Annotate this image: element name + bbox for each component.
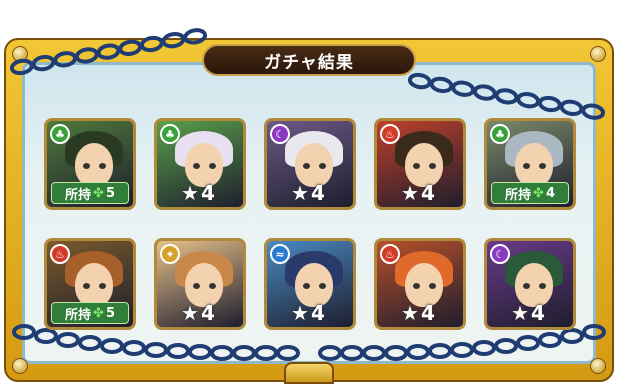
star-icon: ★ <box>401 181 419 205</box>
result-card[interactable]: ♨ 所持 ✤ 5 <box>44 238 136 330</box>
rarity-stars: ★ 4 <box>291 181 325 205</box>
rarity-stars: ★ 4 <box>401 301 435 325</box>
rarity-stars: ★ 4 <box>181 301 215 325</box>
star-icon: ★ <box>291 301 309 325</box>
star-icon: ★ <box>291 181 309 205</box>
rarity-value: 4 <box>420 181 435 205</box>
star-icon: ★ <box>511 301 529 325</box>
owned-count-badge: 所持 ✤ 5 <box>51 182 129 204</box>
character-portrait <box>75 143 113 187</box>
character-portrait <box>75 263 113 307</box>
fire-attribute-icon: ♨ <box>380 124 400 144</box>
character-eye <box>429 163 436 169</box>
wood-attribute-icon: ♣ <box>160 124 180 144</box>
water-attribute-icon: ≈ <box>270 244 290 264</box>
character-eye <box>539 163 546 169</box>
rarity-value: 4 <box>310 181 325 205</box>
result-card[interactable]: ♣ 所持 ✤ 4 <box>484 118 576 210</box>
character-eye <box>83 283 90 289</box>
wood-attribute-icon: ♣ <box>490 124 510 144</box>
dark-attribute-icon: ☾ <box>490 244 510 264</box>
rarity-value: 4 <box>530 301 545 325</box>
owned-label: 所持 <box>65 307 92 323</box>
star-icon: ★ <box>401 301 419 325</box>
owned-count-badge: 所持 ✤ 5 <box>51 302 129 324</box>
rarity-value: 4 <box>420 301 435 325</box>
character-eye <box>303 283 310 289</box>
character-eye <box>539 283 546 289</box>
character-eye <box>83 163 90 169</box>
clover-icon: ✤ <box>533 185 544 201</box>
rarity-value: 4 <box>200 181 215 205</box>
owned-count-badge: 所持 ✤ 4 <box>491 182 569 204</box>
rarity-stars: ★ 4 <box>401 181 435 205</box>
owned-count: 5 <box>105 305 115 321</box>
character-eye <box>193 283 200 289</box>
character-eye <box>413 163 420 169</box>
character-eye <box>209 283 216 289</box>
dark-attribute-icon: ☾ <box>270 124 290 144</box>
owned-count: 5 <box>105 185 115 201</box>
rarity-stars: ★ 4 <box>291 301 325 325</box>
owned-count: 4 <box>545 185 555 201</box>
character-eye <box>209 163 216 169</box>
rarity-stars: ★ 4 <box>511 301 545 325</box>
result-card[interactable]: ≈ ★ 4 <box>264 238 356 330</box>
result-card[interactable]: ♣ ★ 4 <box>154 118 246 210</box>
result-card[interactable]: ☾ ★ 4 <box>264 118 356 210</box>
character-eye <box>429 283 436 289</box>
character-eye <box>523 163 530 169</box>
star-icon: ★ <box>181 301 199 325</box>
character-eye <box>319 283 326 289</box>
character-eye <box>193 163 200 169</box>
result-card[interactable]: ✦ ★ 4 <box>154 238 246 330</box>
page-title: ガチャ結果 <box>202 44 416 76</box>
rarity-value: 4 <box>310 301 325 325</box>
character-eye <box>303 163 310 169</box>
result-card[interactable]: ♣ 所持 ✤ 5 <box>44 118 136 210</box>
character-portrait <box>515 143 553 187</box>
owned-label: 所持 <box>65 187 92 203</box>
character-eye <box>319 163 326 169</box>
fire-attribute-icon: ♨ <box>50 244 70 264</box>
fire-attribute-icon: ♨ <box>380 244 400 264</box>
light-attribute-icon: ✦ <box>160 244 180 264</box>
result-card[interactable]: ♨ ★ 4 <box>374 238 466 330</box>
character-eye <box>99 283 106 289</box>
padlock-icon <box>284 362 334 384</box>
character-eye <box>523 283 530 289</box>
owned-label: 所持 <box>505 187 532 203</box>
star-icon: ★ <box>181 181 199 205</box>
rarity-value: 4 <box>200 301 215 325</box>
character-eye <box>99 163 106 169</box>
result-card[interactable]: ♨ ★ 4 <box>374 118 466 210</box>
wood-attribute-icon: ♣ <box>50 124 70 144</box>
clover-icon: ✤ <box>93 305 104 321</box>
clover-icon: ✤ <box>93 185 104 201</box>
result-card[interactable]: ☾ ★ 4 <box>484 238 576 330</box>
rarity-stars: ★ 4 <box>181 181 215 205</box>
screw-icon <box>590 46 606 62</box>
character-eye <box>413 283 420 289</box>
